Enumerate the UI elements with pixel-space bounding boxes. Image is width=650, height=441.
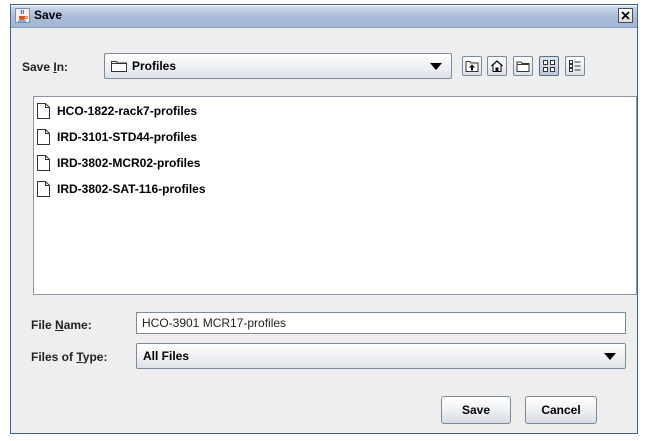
file-icon [37, 103, 50, 119]
close-icon [621, 11, 630, 20]
chevron-down-icon [604, 353, 616, 360]
save-button[interactable]: Save [441, 396, 511, 424]
file-name-label: File Name: [31, 318, 92, 332]
java-cup-icon [15, 8, 30, 23]
save-dialog: Save Save In: Profiles HCO-1822-rack7-pr… [10, 4, 638, 434]
file-icon [37, 155, 50, 171]
file-name: IRD-3101-STD44-profiles [57, 130, 198, 144]
file-type-combo[interactable]: All Files [136, 343, 626, 369]
up-one-level-icon [465, 61, 479, 72]
chevron-down-icon [430, 63, 442, 70]
details-view-button[interactable] [565, 56, 585, 76]
file-name-field[interactable] [136, 312, 626, 334]
details-view-icon [569, 60, 581, 72]
title-bar[interactable]: Save [11, 5, 637, 28]
save-in-combo[interactable]: Profiles [104, 53, 452, 79]
home-icon [491, 60, 503, 72]
file-icon [37, 181, 50, 197]
save-in-label: Save In: [22, 60, 69, 74]
file-name: IRD-3802-MCR02-profiles [57, 156, 201, 170]
close-button[interactable] [618, 8, 633, 23]
file-type-label: Files of Type: [31, 350, 108, 364]
file-name: HCO-1822-rack7-profiles [57, 104, 198, 118]
cancel-button[interactable]: Cancel [525, 396, 597, 424]
file-type-value: All Files [143, 349, 190, 363]
up-one-level-button[interactable] [462, 56, 482, 76]
new-folder-icon [516, 61, 530, 72]
file-name: IRD-3802-SAT-116-profiles [57, 182, 206, 196]
list-view-button[interactable] [539, 56, 559, 76]
file-list[interactable]: HCO-1822-rack7-profiles IRD-3101-STD44-p… [33, 96, 637, 295]
new-folder-button[interactable] [513, 56, 533, 76]
folder-icon [111, 61, 127, 72]
window-title: Save [34, 8, 63, 22]
home-button[interactable] [487, 56, 507, 76]
save-in-value: Profiles [132, 59, 177, 73]
list-view-icon [543, 60, 555, 72]
file-name-input[interactable] [137, 313, 625, 333]
file-icon [37, 129, 50, 145]
